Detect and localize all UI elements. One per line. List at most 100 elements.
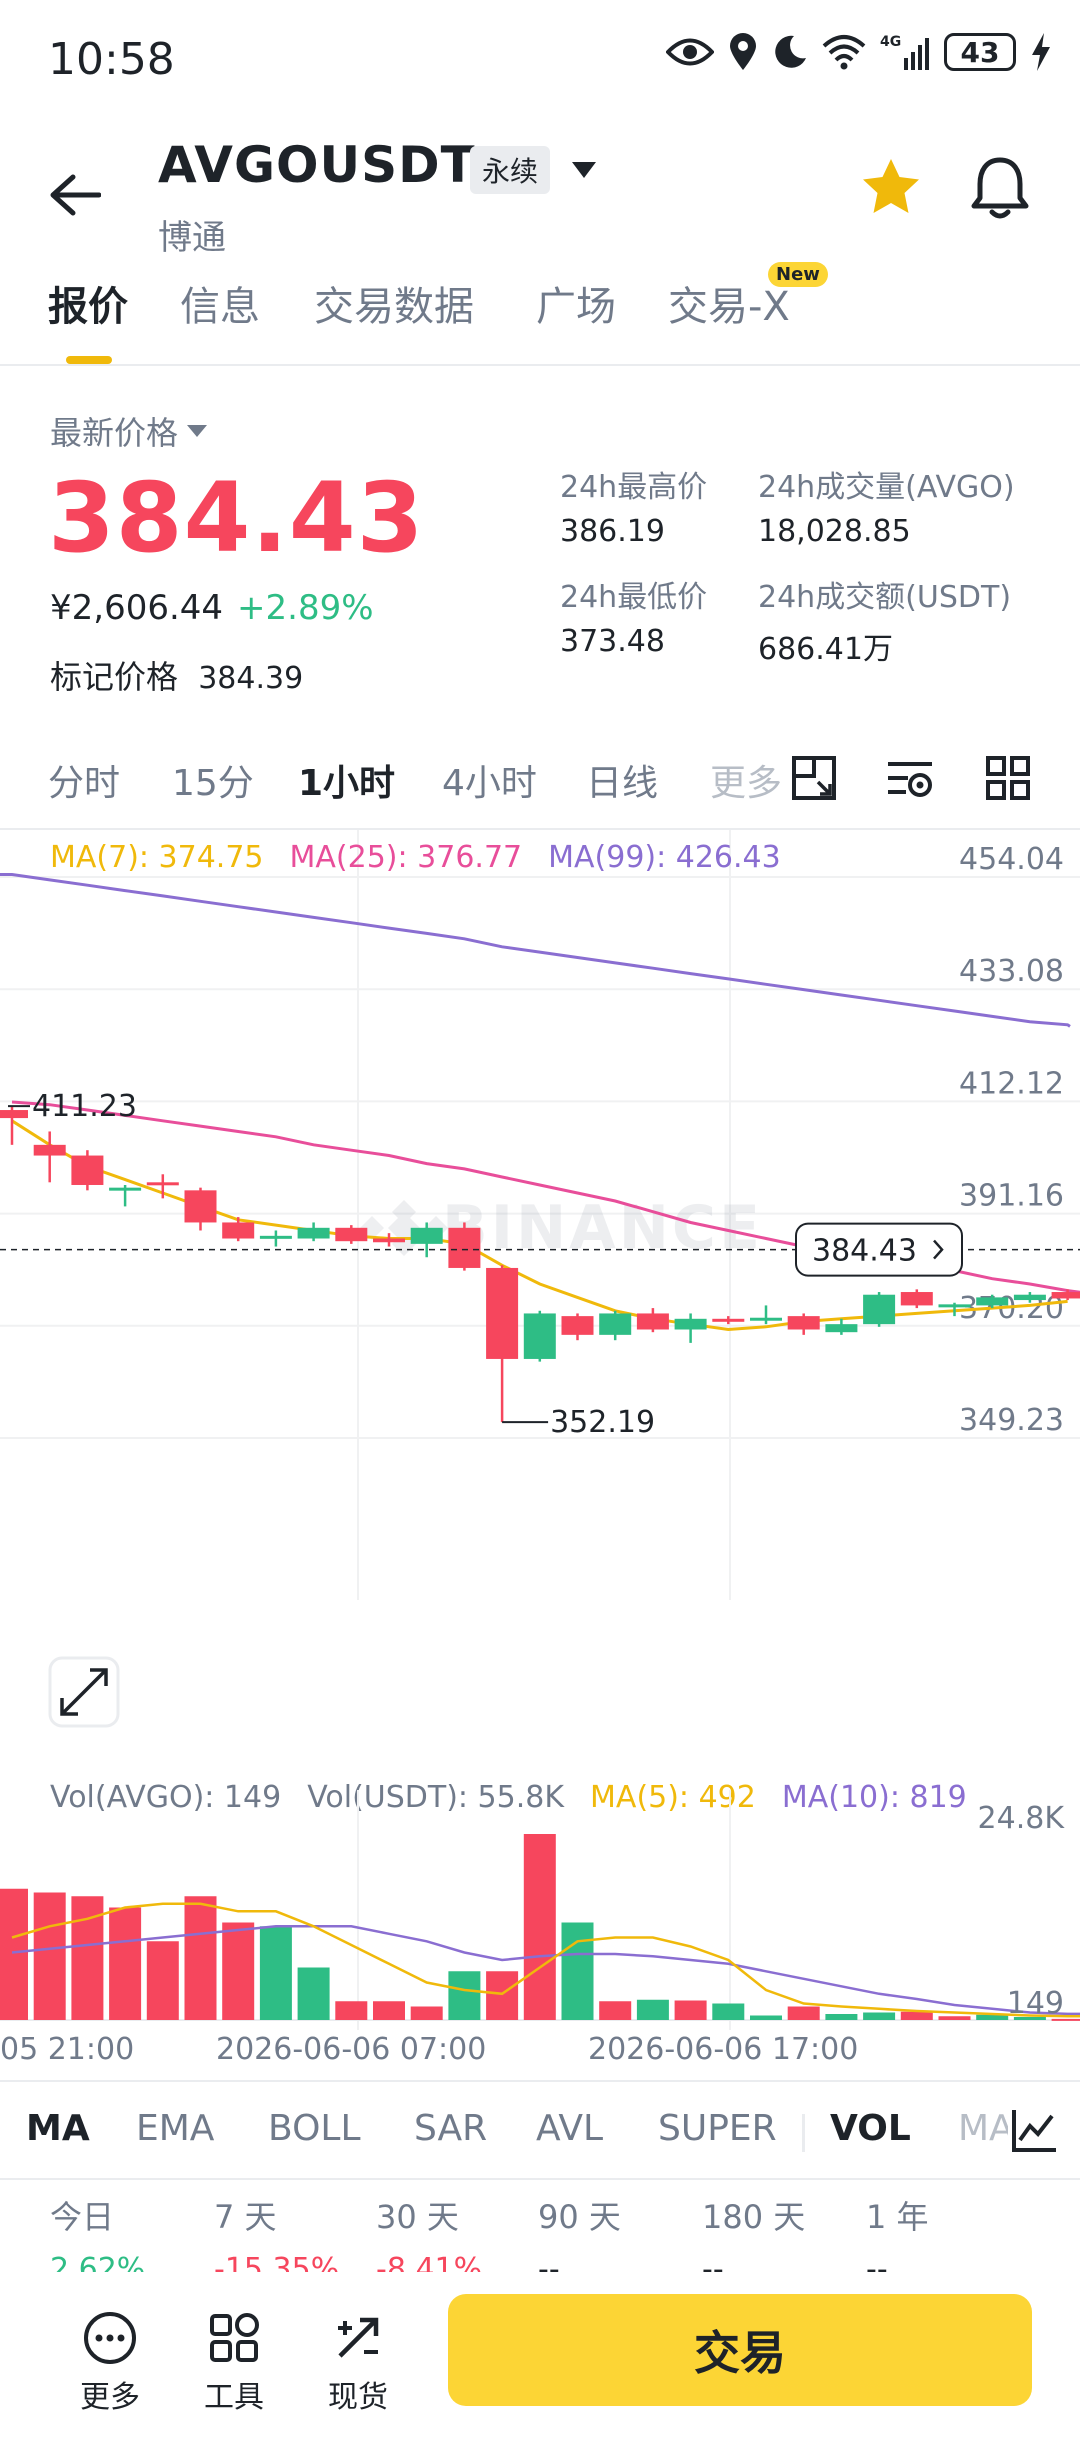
- chart-expand-icon[interactable]: [788, 752, 840, 804]
- performance-row: 今日 2.62% 7 天 -15.35% 30 天 -8.41% 90 天 --…: [0, 2192, 1080, 2272]
- moon-icon: [775, 35, 806, 68]
- interval-selector: 分时 15分 1小时 4小时 日线 更多: [0, 740, 1080, 830]
- interval-time[interactable]: 分时: [48, 754, 120, 806]
- candle-body: [184, 1190, 217, 1223]
- perf-value: -15.35%: [214, 2252, 340, 2272]
- spot-button[interactable]: 现货: [310, 2310, 406, 2416]
- volume-bar: [636, 1999, 669, 2020]
- time-label: 05 21:00: [0, 2032, 135, 2067]
- symbol-dropdown-icon[interactable]: [568, 154, 600, 186]
- candle-body: [71, 1155, 104, 1185]
- wifi-icon: [822, 35, 866, 70]
- volume-bar: [561, 1922, 594, 2020]
- interval-1h[interactable]: 1小时: [298, 754, 395, 806]
- mark-price-line: 标记价格 384.39: [50, 652, 303, 698]
- time-label: 2026-06-06 07:00: [216, 2032, 487, 2067]
- indicator-vol[interactable]: VOL: [830, 2108, 911, 2149]
- charging-bolt-icon: [1032, 33, 1050, 71]
- asset-name: 博通: [158, 218, 226, 258]
- candle-body: [825, 1324, 858, 1333]
- perf-value: 2.62%: [50, 2252, 146, 2272]
- interval-15m[interactable]: 15分: [172, 754, 254, 806]
- candle-body: [750, 1317, 782, 1321]
- candlestick-chart[interactable]: BINANCE 454.04433.08412.12391.16370.2034…: [0, 830, 1080, 1780]
- candle-body: [674, 1318, 707, 1330]
- indicator-boll[interactable]: BOLL: [268, 2108, 361, 2149]
- volume-bar: [825, 2014, 858, 2020]
- last-price: 384.43: [48, 462, 425, 574]
- volume-bar: [674, 2000, 707, 2020]
- stat-value: 373.48: [560, 624, 665, 659]
- volume-chart[interactable]: 24.8K 149: [0, 1790, 1080, 2030]
- volume-bar: [33, 1892, 66, 2020]
- ma99-legend: MA(99): 426.43: [548, 840, 781, 875]
- volume-axis-label: 149: [1007, 1986, 1064, 2021]
- interval-1d[interactable]: 日线: [586, 754, 658, 806]
- trade-button[interactable]: 交易: [448, 2294, 1032, 2406]
- chart-settings-icon[interactable]: [884, 752, 936, 804]
- candle-body: [599, 1313, 632, 1335]
- volume-bar: [750, 2015, 782, 2020]
- indicator-avl[interactable]: AVL: [536, 2108, 603, 2149]
- layout-grid-icon[interactable]: [982, 752, 1034, 804]
- volume-bar: [523, 1834, 556, 2020]
- volume-bar: [787, 2006, 820, 2020]
- candle-body: [486, 1267, 519, 1359]
- volume-bar: [109, 1907, 142, 2020]
- price-axis: 454.04433.08412.12391.16370.20349.23: [959, 842, 1064, 1438]
- caret-down-icon: [187, 425, 208, 437]
- candle-body: [109, 1187, 142, 1191]
- tools-button[interactable]: 工具: [186, 2310, 282, 2416]
- cny-price-line: ¥2,606.44 +2.89%: [50, 588, 374, 628]
- fullscreen-button[interactable]: [48, 1656, 120, 1728]
- time-label: 2026-06-06 17:00: [588, 2032, 859, 2067]
- price-change: +2.89%: [237, 588, 374, 628]
- stat-24h-volume-base: 24h成交量(AVGO) 18,028.85: [758, 462, 1015, 549]
- indicator-super[interactable]: SUPER: [658, 2108, 777, 2149]
- ma99-line: [0, 873, 1071, 1028]
- perf-label: 今日: [50, 2198, 115, 2236]
- contract-type-badge: 永续: [470, 146, 551, 194]
- tab-quote[interactable]: 报价: [48, 274, 128, 332]
- candle-body: [787, 1316, 820, 1330]
- ma-legend: MA(7): 374.75 MA(25): 376.77 MA(99): 426.4…: [50, 840, 807, 875]
- perf-label: 30 天: [376, 2198, 459, 2236]
- indicator-divider: [802, 2114, 805, 2152]
- back-button[interactable]: [40, 160, 110, 230]
- tab-square[interactable]: 广场: [536, 274, 616, 332]
- favorite-star-icon[interactable]: [860, 156, 922, 218]
- perf-180d: 180 天 --: [702, 2192, 805, 2272]
- indicator-ma-secondary[interactable]: MA: [958, 2108, 1014, 2149]
- price-axis-label: 391.16: [959, 1179, 1064, 1214]
- candle-body: [636, 1313, 669, 1330]
- perf-label: 1 年: [866, 2198, 929, 2236]
- symbol-title[interactable]: AVGOUSDT: [158, 136, 476, 194]
- tab-trading-data[interactable]: 交易数据: [314, 274, 474, 332]
- more-label: 更多: [80, 2380, 140, 2415]
- stat-value: 18,028.85: [758, 514, 911, 549]
- perf-90d: 90 天 --: [538, 2192, 621, 2272]
- price-axis-label: 433.08: [959, 954, 1064, 989]
- interval-4h[interactable]: 4小时: [442, 754, 537, 806]
- indicator-ma[interactable]: MA: [26, 2108, 90, 2149]
- interval-more[interactable]: 更多: [710, 754, 782, 806]
- volume-axis: 24.8K 149: [978, 1801, 1066, 2021]
- volume-bar: [448, 1971, 481, 2020]
- mark-price-label: 标记价格: [50, 658, 179, 696]
- tools-grid-icon: [210, 2313, 259, 2362]
- alert-bell-icon[interactable]: [968, 154, 1032, 220]
- indicator-ema[interactable]: EMA: [136, 2108, 214, 2149]
- indicator-settings-icon[interactable]: [1008, 2104, 1060, 2156]
- volume-bar: [938, 2016, 971, 2020]
- status-icons: 4G 43: [666, 32, 1052, 72]
- stat-label: 24h最低价: [560, 580, 708, 615]
- new-badge: New: [768, 262, 828, 287]
- stat-label: 24h成交额(USDT): [758, 580, 1012, 615]
- last-price-selector[interactable]: 最新价格: [50, 408, 208, 454]
- tab-info[interactable]: 信息: [180, 274, 260, 332]
- perf-7d: 7 天 -15.35%: [214, 2192, 339, 2272]
- stat-24h-high: 24h最高价 386.19: [560, 462, 707, 549]
- indicator-sar[interactable]: SAR: [414, 2108, 487, 2149]
- more-button[interactable]: 更多: [62, 2310, 158, 2416]
- bottom-bar: 更多 工具 现货 交易: [0, 2272, 1080, 2440]
